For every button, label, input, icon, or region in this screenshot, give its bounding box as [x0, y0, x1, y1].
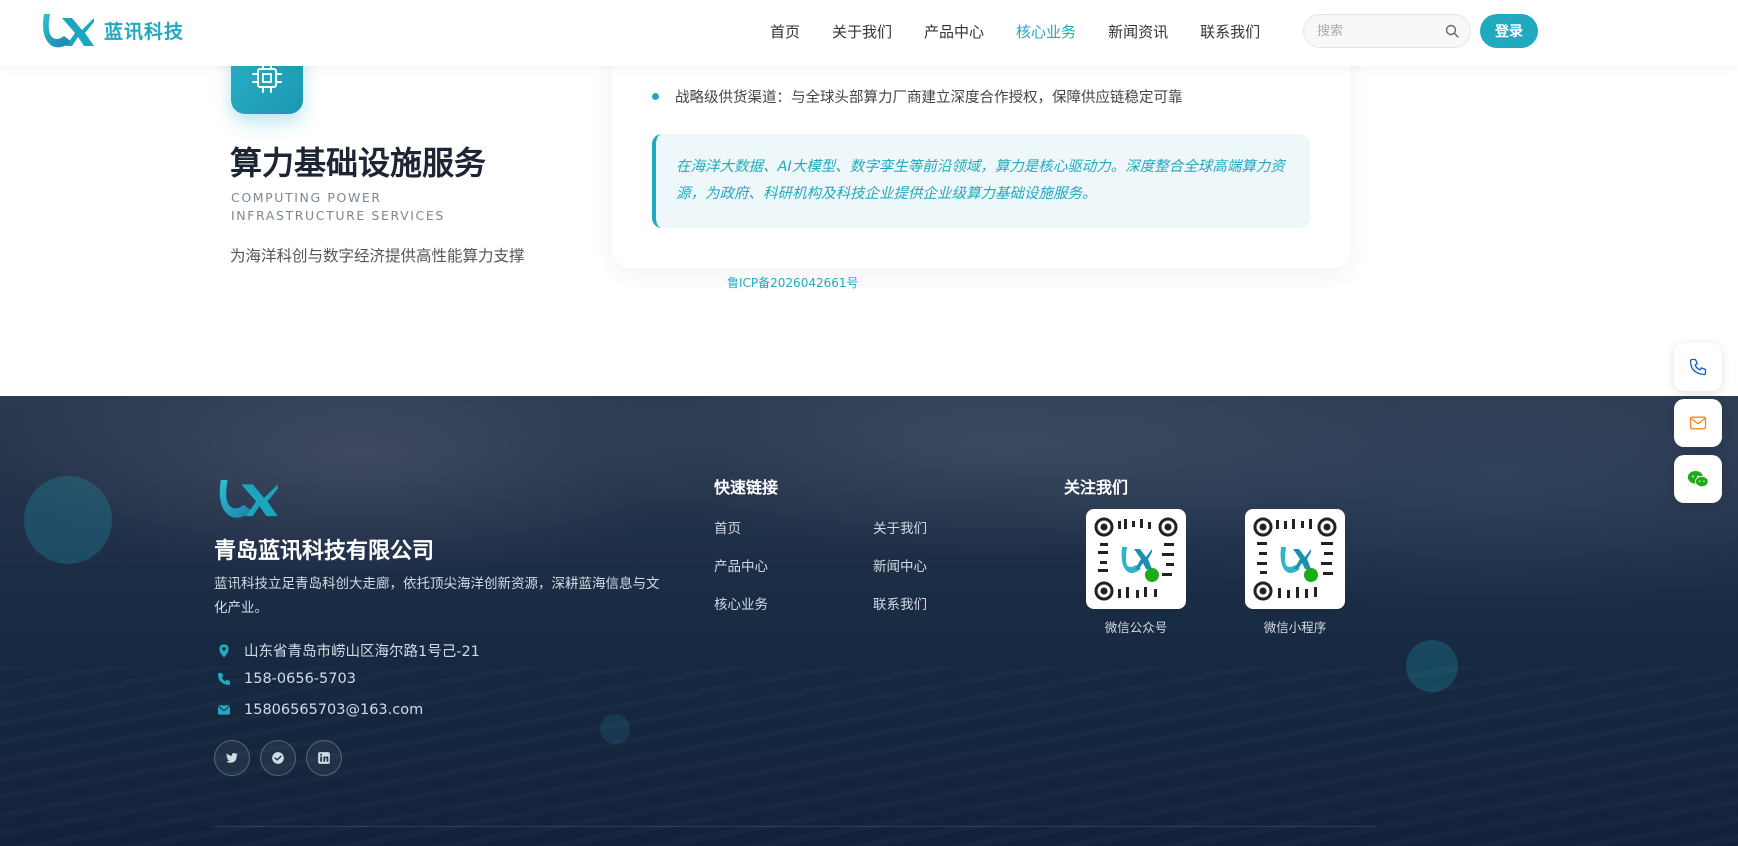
- brand-name: 蓝讯科技: [104, 20, 185, 43]
- phone-text[interactable]: 158-0656-5703: [244, 671, 356, 687]
- wechat-icon: [1687, 470, 1709, 488]
- social-verified-button[interactable]: [260, 740, 296, 776]
- bullet-text: 战略级供货渠道：与全球头部算力厂商建立深度合作授权，保障供应链稳定可靠: [675, 90, 1183, 106]
- phone-icon: [218, 673, 230, 685]
- footer-company-name: 青岛蓝讯科技有限公司: [214, 539, 435, 564]
- footer-address: 山东省青岛市崂山区海尔路1号己-21: [216, 640, 480, 661]
- nav-item-products[interactable]: 产品中心: [924, 21, 984, 42]
- footer-link-news[interactable]: 新闻中心: [873, 555, 927, 575]
- quick-links-heading: 快速链接: [714, 478, 779, 497]
- mail-icon: [217, 705, 231, 715]
- float-wechat-button[interactable]: [1674, 455, 1722, 503]
- service-description: 为海洋科创与数字经济提供高性能算力支撑: [230, 247, 525, 265]
- mail-icon: [1689, 416, 1707, 430]
- follow-us-heading: 关注我们: [1064, 478, 1129, 497]
- float-email-button[interactable]: [1674, 399, 1722, 447]
- search-box: [1303, 14, 1471, 48]
- nav-item-core-business[interactable]: 核心业务: [1016, 21, 1076, 42]
- icp-link[interactable]: 鲁ICP备2026042661号: [727, 274, 859, 291]
- location-pin-icon: [219, 643, 229, 658]
- highlight-quote: 在海洋大数据、AI大模型、数字孪生等前沿领域，算力是核心驱动力。深度整合全球高端…: [652, 134, 1310, 228]
- search-icon[interactable]: [1445, 24, 1459, 38]
- footer-divider: [214, 826, 1374, 827]
- nav-item-news[interactable]: 新闻资讯: [1108, 21, 1168, 42]
- login-button[interactable]: 登录: [1480, 14, 1538, 48]
- quote-text: 在海洋大数据、AI大模型、数字孪生等前沿领域，算力是核心驱动力。深度整合全球高端…: [676, 159, 1285, 202]
- qr-label-miniprogram: 微信小程序: [1263, 620, 1327, 635]
- phone-icon: [1689, 358, 1707, 376]
- service-subtitle-en: COMPUTING POWER INFRASTRUCTURE SERVICES: [231, 190, 445, 223]
- linkedin-icon: [318, 752, 330, 764]
- nav-item-home[interactable]: 首页: [770, 21, 800, 42]
- nav-item-about[interactable]: 关于我们: [832, 21, 892, 42]
- decor-bubble: [600, 714, 630, 744]
- footer-link-home[interactable]: 首页: [714, 517, 741, 537]
- footer-link-about[interactable]: 关于我们: [873, 517, 927, 537]
- footer-logo-icon: [219, 479, 278, 518]
- site-header: 蓝讯科技 首页 关于我们 产品中心 核心业务 新闻资讯 联系我们 登录: [0, 0, 1738, 66]
- decor-bubble: [1406, 640, 1458, 692]
- float-phone-button[interactable]: [1674, 343, 1722, 391]
- social-linkedin-button[interactable]: [306, 740, 342, 776]
- footer-link-products[interactable]: 产品中心: [714, 555, 768, 575]
- main-nav: 首页 关于我们 产品中心 核心业务 新闻资讯 联系我们: [770, 0, 1292, 62]
- footer-about-text: 蓝讯科技立足青岛科创大走廊，依托顶尖海洋创新资源，深耕蓝海信息与文化产业。: [214, 576, 660, 616]
- footer-link-core-business[interactable]: 核心业务: [714, 593, 768, 613]
- verified-icon: [272, 752, 284, 764]
- feature-bullet: 战略级供货渠道：与全球头部算力厂商建立深度合作授权，保障供应链稳定可靠: [652, 86, 1183, 107]
- footer-email: 15806565703@163.com: [216, 702, 423, 718]
- wechat-miniprogram-qr: [1245, 509, 1345, 609]
- search-input[interactable]: [1304, 15, 1424, 47]
- email-text[interactable]: 15806565703@163.com: [244, 702, 423, 718]
- social-twitter-button[interactable]: [214, 740, 250, 776]
- bullet-dot: [652, 93, 659, 100]
- qr-code-icon: [1253, 517, 1337, 601]
- nav-item-contact[interactable]: 联系我们: [1200, 21, 1260, 42]
- footer-phone: 158-0656-5703: [216, 671, 356, 687]
- wechat-official-qr: [1086, 509, 1186, 609]
- qr-label-official: 微信公众号: [1104, 620, 1168, 635]
- twitter-icon: [225, 753, 238, 763]
- qr-code-icon: [1094, 517, 1178, 601]
- decor-bubble: [24, 476, 112, 564]
- brand-logo[interactable]: 蓝讯科技: [38, 8, 184, 52]
- site-footer: 青岛蓝讯科技有限公司 蓝讯科技立足青岛科创大走廊，依托顶尖海洋创新资源，深耕蓝海…: [0, 396, 1738, 846]
- service-title: 算力基础设施服务: [230, 144, 487, 182]
- address-text: 山东省青岛市崂山区海尔路1号己-21: [244, 644, 480, 660]
- logo-icon: [43, 14, 94, 48]
- footer-link-contact[interactable]: 联系我们: [873, 593, 927, 613]
